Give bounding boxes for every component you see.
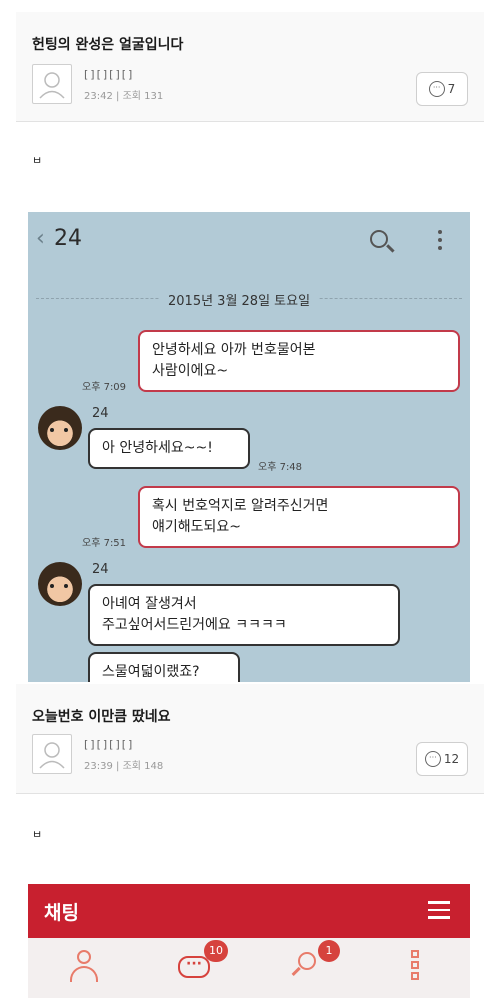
post-author[interactable]: [][][][] [84,738,134,751]
message-text: 스물여덟이랬죠? [102,664,200,680]
chat-bubble-icon: ··· [178,956,210,978]
avatar[interactable] [32,64,72,104]
message-text: 아녜여 잘생겨서 [102,596,197,612]
post-views: 조회 148 [122,761,164,772]
post-header-1: 헌팅의 완성은 얼굴입니다 [][][][] 23:42 | 조회 131 ··… [16,12,484,122]
person-icon [77,950,91,964]
menu-icon [428,901,450,921]
more-vertical-icon [438,230,442,250]
comment-count-button[interactable]: ··· 7 [416,72,468,106]
friend-avatar [38,562,82,606]
post-body-text: ㅂ [32,828,43,841]
comment-count: 12 [443,752,460,766]
comment-count: 7 [447,82,456,96]
post-meta: 23:42 | 조회 131 [84,91,164,102]
notification-badge: 1 [318,940,340,962]
app-title: 채팅 [44,902,79,924]
person-icon-body [70,966,98,982]
post-header-2: 오늘번호 이만큼 땄네요 [][][][] 23:39 | 조회 148 ···… [16,684,484,794]
post-title[interactable]: 오늘번호 이만큼 땄네요 [32,706,171,726]
message-bubble-received: 아녜여 잘생겨서 주고싶어서드린거에요 ㅋㅋㅋㅋ [88,584,400,646]
friend-name: 24 [92,406,109,421]
tab-search: 1 [286,940,340,986]
tab-more [396,946,436,986]
message-text: 얘기해도되요~ [152,519,242,535]
app-header-bar: 채팅 [28,884,470,938]
friend-avatar [38,406,82,450]
message-time: 오후 7:48 [258,462,303,473]
search-icon [298,952,316,970]
post-views: 조회 131 [122,91,164,102]
search-icon [370,230,388,248]
post-meta: 23:39 | 조회 148 [84,761,164,772]
message-bubble-sent: 혹시 번호억지로 알려주신거면 얘기해도되요~ [138,486,460,548]
app-tab-bar: ··· 10 1 [28,938,470,998]
chat-date: 2015년 3월 28일 토요일 [160,290,319,309]
chat-screenshot-image: ‹ 24 2015년 3월 28일 토요일 안녕하세요 아까 번호물어본 사람이… [28,212,470,682]
chat-room-title: 24 [54,226,82,251]
user-placeholder-icon [39,742,65,769]
more-icon [411,950,421,982]
message-text: 사람이에요~ [152,363,229,379]
friend-name: 24 [92,562,109,577]
comment-bubble-icon: ··· [428,81,445,97]
post-time: 23:42 [84,91,113,102]
notification-badge: 10 [204,940,228,962]
message-bubble-received: 아 안녕하세요~~! [88,428,250,469]
message-bubble-sent: 안녕하세요 아까 번호물어본 사람이에요~ [138,330,460,392]
chat-header: ‹ 24 [28,212,470,268]
message-time: 오후 7:51 [82,538,127,549]
tab-chats: ··· 10 [174,940,228,986]
comment-bubble-icon: ··· [424,751,441,767]
message-bubble-received: 스물여덟이랬죠? [88,652,240,682]
message-time: 오후 7:09 [82,382,127,393]
message-text: 주고싶어서드린거에요 ㅋㅋㅋㅋ [102,617,287,633]
post-author[interactable]: [][][][] [84,68,134,81]
post-body-text: ㅂ [32,154,43,167]
avatar[interactable] [32,734,72,774]
message-text: 혹시 번호억지로 알려주신거면 [152,498,329,514]
message-text: 안녕하세요 아까 번호물어본 [152,342,316,358]
post-title[interactable]: 헌팅의 완성은 얼굴입니다 [32,34,183,54]
comment-count-button[interactable]: ··· 12 [416,742,468,776]
post-time: 23:39 [84,761,113,772]
chevron-left-icon: ‹ [36,226,45,251]
message-text: 아 안녕하세요~~! [102,440,213,456]
tab-friends [64,946,104,986]
user-placeholder-icon [39,72,65,99]
